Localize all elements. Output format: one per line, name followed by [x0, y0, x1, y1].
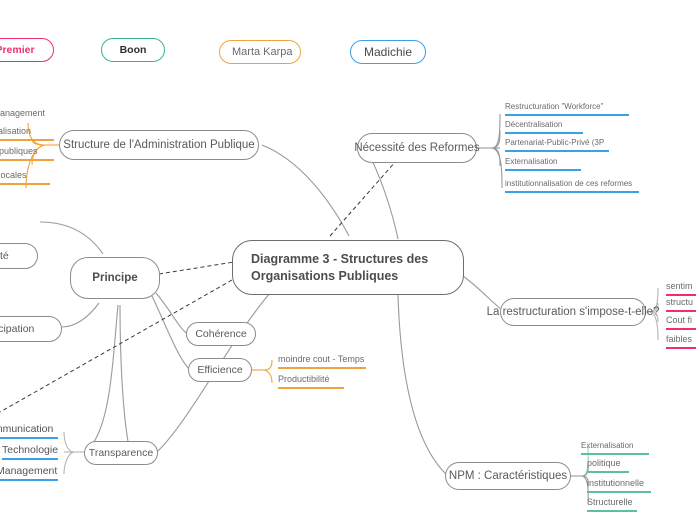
leaf-transparence-0-label: ommunication — [0, 423, 54, 435]
leaf-reformes-2[interactable]: Partenariat-Public-Privé (3P — [505, 137, 609, 152]
leaf-npm-0[interactable]: Externalisation — [581, 440, 649, 455]
leaf-reformes-3[interactable]: Externalisation — [505, 156, 581, 171]
leaf-reformes-0[interactable]: Restructuration "Workforce" — [505, 101, 629, 116]
node-coherence-label: Cohérence — [195, 328, 247, 340]
leaf-restructuration-3[interactable]: faibles — [666, 334, 696, 349]
leaf-structure-admin-3[interactable]: ités locales — [0, 170, 50, 185]
leaf-reformes-1-label: Décentralisation — [505, 120, 563, 129]
tag-madichie[interactable]: Madichie — [350, 40, 426, 64]
node-la-restructuration-simpose-t-elle-label: La restructuration s'impose-t-elle? — [486, 306, 660, 318]
leaf-npm-3-label: Structurelle — [587, 497, 633, 507]
leaf-reformes-0-label: Restructuration "Workforce" — [505, 102, 604, 111]
node-efficience[interactable]: Efficience — [188, 358, 252, 382]
node-participation-label: articipation — [0, 323, 35, 335]
mindmap-canvas[interactable]: Premier Boon Marta Karpa Madichie Diagra… — [0, 0, 696, 520]
tag-premier-label: Premier — [0, 44, 35, 56]
leaf-restructuration-1[interactable]: structu — [666, 297, 696, 312]
node-transparence[interactable]: Transparence — [84, 441, 158, 465]
node-structure-administration-publique-label: Structure de l'Administration Publique — [63, 139, 255, 151]
center-node[interactable]: Diagramme 3 - Structures des Organisatio… — [232, 240, 464, 295]
node-participation[interactable]: articipation — [0, 316, 62, 342]
leaf-npm-0-label: Externalisation — [581, 441, 634, 450]
node-efficience-label: Efficience — [197, 364, 243, 376]
node-npm-caracteristiques-label: NPM : Caractéristiques — [448, 470, 568, 482]
node-structure-administration-publique[interactable]: Structure de l'Administration Publique — [59, 130, 259, 160]
leaf-transparence-2[interactable]: Management — [0, 466, 58, 481]
leaf-npm-3[interactable]: Structurelle — [587, 497, 637, 512]
node-coherence[interactable]: Cohérence — [186, 322, 256, 346]
leaf-structure-admin-0-label: de management — [0, 108, 46, 118]
leaf-structure-admin-1-label: centralisation — [0, 126, 32, 136]
leaf-transparence-0[interactable]: ommunication — [0, 424, 58, 439]
tag-boon[interactable]: Boon — [101, 38, 165, 62]
leaf-structure-admin-0[interactable]: de management — [0, 108, 58, 123]
center-node-line2: Organisations Publiques — [251, 268, 399, 283]
center-node-line1: Diagramme 3 - Structures des — [251, 251, 429, 266]
leaf-efficience-1[interactable]: Productibilité — [278, 374, 344, 389]
leaf-reformes-3-label: Externalisation — [505, 157, 558, 166]
node-necessite-des-reformes[interactable]: Nécessité des Reformes — [354, 133, 480, 163]
leaf-structure-admin-1[interactable]: centralisation — [0, 126, 54, 141]
leaf-npm-1[interactable]: politique — [587, 458, 629, 473]
leaf-structure-admin-3-label: ités locales — [0, 170, 27, 180]
leaf-reformes-1[interactable]: Décentralisation — [505, 119, 583, 134]
leaf-reformes-4-label: institutionnalisation de ces reformes — [505, 179, 633, 188]
leaf-transparence-1[interactable]: Technologie — [2, 445, 58, 460]
leaf-efficience-0-label: moindre cout - Temps — [278, 354, 365, 364]
node-responsabilite[interactable]: lité — [0, 243, 38, 269]
node-principe-label: Principe — [92, 272, 138, 284]
node-transparence-label: Transparence — [88, 447, 154, 459]
leaf-reformes-4[interactable]: institutionnalisation de ces reformes — [505, 178, 639, 193]
node-necessite-des-reformes-label: Nécessité des Reformes — [354, 142, 480, 154]
leaf-efficience-0[interactable]: moindre cout - Temps — [278, 354, 366, 369]
node-npm-caracteristiques[interactable]: NPM : Caractéristiques — [445, 462, 571, 490]
leaf-restructuration-2[interactable]: Cout fi — [666, 315, 696, 330]
leaf-npm-2[interactable]: institutionnelle — [587, 478, 651, 493]
leaf-restructuration-0[interactable]: sentim — [666, 281, 696, 296]
leaf-npm-2-label: institutionnelle — [587, 478, 645, 488]
node-la-restructuration-simpose-t-elle[interactable]: La restructuration s'impose-t-elle? — [487, 298, 659, 326]
leaf-npm-1-label: politique — [587, 458, 621, 468]
leaf-restructuration-0-label: sentim — [666, 281, 693, 291]
leaf-efficience-1-label: Productibilité — [278, 374, 330, 384]
tag-premier[interactable]: Premier — [0, 38, 54, 62]
leaf-restructuration-3-label: faibles — [666, 334, 693, 344]
leaf-restructuration-2-label: Cout fi — [666, 315, 693, 325]
leaf-restructuration-1-label: structu — [666, 297, 694, 307]
node-responsabilite-label: lité — [0, 250, 9, 262]
leaf-transparence-2-label: Management — [0, 465, 58, 477]
tag-boon-label: Boon — [119, 44, 147, 56]
leaf-structure-admin-2[interactable]: ons publiques — [0, 146, 54, 161]
node-principe[interactable]: Principe — [70, 257, 160, 299]
tag-marta-karpa-label: Marta Karpa — [232, 46, 293, 58]
leaf-reformes-2-label: Partenariat-Public-Privé (3P — [505, 138, 605, 147]
tag-marta-karpa[interactable]: Marta Karpa — [219, 40, 301, 64]
leaf-transparence-1-label: Technologie — [2, 444, 59, 456]
tag-madichie-label: Madichie — [363, 45, 413, 59]
leaf-structure-admin-2-label: ons publiques — [0, 146, 38, 156]
